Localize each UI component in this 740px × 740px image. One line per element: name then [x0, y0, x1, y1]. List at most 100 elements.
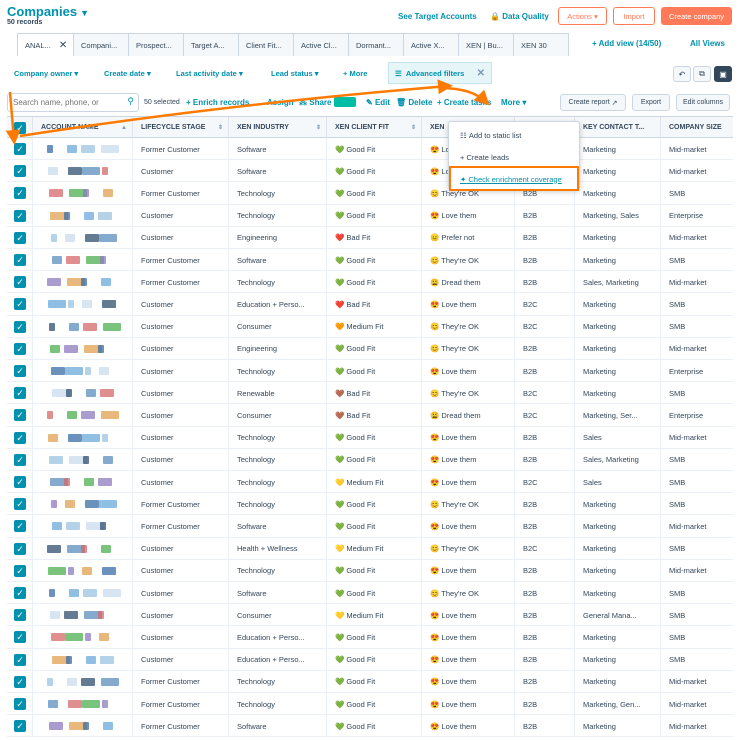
row-checkbox[interactable]: ✓: [14, 498, 26, 511]
row-checkbox[interactable]: ✓: [14, 298, 26, 311]
table-row[interactable]: ✓ Customer Technology 💛 Medium Fit 😍 Love th…: [7, 471, 733, 494]
row-checkbox[interactable]: ✓: [14, 231, 26, 244]
table-row[interactable]: ✓ Former Customer Technology 💚 Good Fit 😍 Lo…: [7, 670, 733, 693]
account-name-cell[interactable]: [32, 670, 132, 693]
tab-view[interactable]: Client Fit...: [238, 33, 294, 56]
row-checkbox[interactable]: ✓: [14, 453, 26, 466]
page-title[interactable]: Companies ▼: [7, 4, 89, 19]
last-activity-filter[interactable]: Last activity date ▾: [176, 69, 243, 78]
account-name-cell[interactable]: [32, 204, 132, 227]
account-name-cell[interactable]: [32, 249, 132, 271]
table-row[interactable]: ✓ Customer Technology 💚 Good Fit 😍 Love them…: [7, 360, 733, 383]
tab-view[interactable]: Target A...: [183, 33, 239, 56]
row-checkbox[interactable]: ✓: [14, 165, 26, 178]
account-name-cell[interactable]: [32, 648, 132, 671]
data-quality-link[interactable]: 🔒 Data Quality: [490, 12, 549, 21]
column-header[interactable]: XEN INDUSTRY ⇕: [228, 117, 326, 138]
table-row[interactable]: ✓ Customer Engineering 💚 Good Fit 😊 They're …: [7, 337, 733, 360]
row-checkbox[interactable]: ✓: [14, 143, 26, 155]
account-name-cell[interactable]: [32, 582, 132, 604]
table-row[interactable]: ✓ Customer Health + Wellness 💛 Medium Fit 😊 …: [7, 537, 733, 560]
see-target-accounts-link[interactable]: See Target Accounts: [398, 12, 477, 21]
account-name-cell[interactable]: [32, 293, 132, 316]
tab-view[interactable]: Compani...: [73, 33, 129, 56]
add-view-button[interactable]: + Add view (14/50): [592, 39, 661, 48]
row-checkbox[interactable]: ✓: [14, 587, 26, 599]
create-tasks-button[interactable]: + Create tasks: [437, 98, 492, 107]
account-name-cell[interactable]: [32, 337, 132, 360]
row-checkbox[interactable]: ✓: [14, 431, 26, 444]
account-name-cell[interactable]: [32, 715, 132, 738]
table-row[interactable]: ✓ Customer Consumer 💛 Medium Fit 😍 Love them…: [7, 604, 733, 627]
edit-columns-button[interactable]: Edit columns: [676, 94, 730, 111]
row-checkbox[interactable]: ✓: [14, 720, 26, 733]
tab-view[interactable]: Active X...: [403, 33, 459, 56]
column-header[interactable]: LIFECYCLE STAGE ⇕: [132, 117, 228, 138]
copy-icon[interactable]: ⧉: [693, 66, 711, 82]
table-row[interactable]: ✓ Customer Education + Perso... 💚 Good Fit 😍…: [7, 626, 733, 649]
account-name-cell[interactable]: [32, 604, 132, 627]
account-name-cell[interactable]: [32, 626, 132, 649]
row-checkbox[interactable]: ✓: [14, 387, 26, 400]
row-checkbox[interactable]: ✓: [14, 254, 26, 266]
create-company-button[interactable]: Create company: [661, 7, 732, 25]
table-row[interactable]: ✓ Former Customer Technology 💚 Good Fit 😊 Th…: [7, 493, 733, 516]
export-button[interactable]: Export: [632, 94, 670, 111]
account-name-cell[interactable]: [32, 382, 132, 405]
account-name-cell[interactable]: [32, 404, 132, 427]
account-name-cell[interactable]: [32, 693, 132, 715]
undo-icon[interactable]: ↶: [673, 66, 691, 82]
search-icon[interactable]: ⚲: [127, 96, 134, 107]
table-row[interactable]: ✓ Customer Consumer 🧡 Medium Fit 😊 They're O…: [7, 315, 733, 338]
create-date-filter[interactable]: Create date ▾: [104, 69, 151, 78]
delete-button[interactable]: 🗑 Delete: [396, 98, 432, 107]
table-row[interactable]: ✓ Customer Consumer 🤎 Bad Fit 😩 Dread them B2…: [7, 404, 733, 427]
import-button[interactable]: Import: [613, 7, 655, 25]
account-name-cell[interactable]: [32, 448, 132, 471]
row-checkbox[interactable]: ✓: [14, 342, 26, 355]
row-checkbox[interactable]: ✓: [14, 520, 26, 533]
account-name-cell[interactable]: [32, 515, 132, 538]
more-actions-button[interactable]: More ▾: [501, 98, 526, 107]
create-report-button[interactable]: Create report ↗: [560, 94, 626, 111]
column-header[interactable]: ACCOUNT NAME ▲: [32, 117, 132, 138]
table-row[interactable]: ✓ Customer Education + Perso... 💚 Good Fit 😍…: [7, 648, 733, 671]
row-checkbox[interactable]: ✓: [14, 276, 26, 289]
table-row[interactable]: ✓Former CustomerSoftware💚 Good Fit😍 Love…: [7, 515, 733, 538]
table-row[interactable]: ✓ Former Customer Technology 💚 Good Fit 😊 Th…: [7, 182, 733, 205]
tab-view[interactable]: XEN 30: [513, 33, 569, 56]
save-icon[interactable]: ▣: [714, 66, 732, 82]
account-name-cell[interactable]: [32, 537, 132, 560]
account-name-cell[interactable]: [32, 471, 132, 493]
close-icon[interactable]: ✕: [477, 68, 485, 79]
table-row[interactable]: ✓ Customer Technology 💚 Good Fit 😍 Love them…: [7, 204, 733, 227]
table-row[interactable]: ✓ Customer Technology 💚 Good Fit 😍 Love them…: [7, 426, 733, 449]
add-to-static-list-item[interactable]: ☷ Add to static list: [449, 124, 581, 146]
tab-view[interactable]: Prospect...: [128, 33, 184, 56]
edit-button[interactable]: ✎ Edit: [366, 98, 390, 107]
account-name-cell[interactable]: [32, 182, 132, 205]
row-checkbox[interactable]: ✓: [14, 653, 26, 666]
share-button[interactable]: ⁂ Share: [299, 98, 331, 107]
actions-button[interactable]: Actions ▾: [558, 7, 607, 25]
table-row[interactable]: ✓ Former Customer Software 💚 Good Fit 😊 They…: [7, 249, 733, 272]
account-name-cell[interactable]: [32, 271, 132, 294]
table-row[interactable]: ✓ Customer Technology 💚 Good Fit 😍 Love them…: [7, 559, 733, 582]
tab-view[interactable]: ANAL... ✕: [17, 33, 74, 56]
row-checkbox[interactable]: ✓: [14, 320, 26, 333]
advanced-filters-button[interactable]: ☰ Advanced filters ✕: [388, 62, 492, 84]
row-checkbox[interactable]: ✓: [14, 187, 26, 200]
row-checkbox[interactable]: ✓: [14, 542, 26, 555]
account-name-cell[interactable]: [32, 360, 132, 382]
close-icon[interactable]: ✕: [59, 40, 67, 51]
assign-button[interactable]: → Assign: [257, 98, 294, 107]
account-name-cell[interactable]: [32, 315, 132, 338]
table-row[interactable]: ✓ Former Customer Technology 💚 Good Fit 😩 Dr…: [7, 271, 733, 294]
lead-status-filter[interactable]: Lead status ▾: [271, 69, 319, 78]
company-owner-filter[interactable]: Company owner ▾: [14, 69, 78, 78]
row-checkbox[interactable]: ✓: [14, 564, 26, 577]
tab-view[interactable]: XEN | Bu...: [458, 33, 514, 56]
table-row[interactable]: ✓Former CustomerSoftware💚 Good Fit😍 Love…: [7, 138, 733, 161]
column-header[interactable]: COMPANY SIZE: [660, 117, 733, 138]
tab-view[interactable]: Active Cl...: [293, 33, 349, 56]
